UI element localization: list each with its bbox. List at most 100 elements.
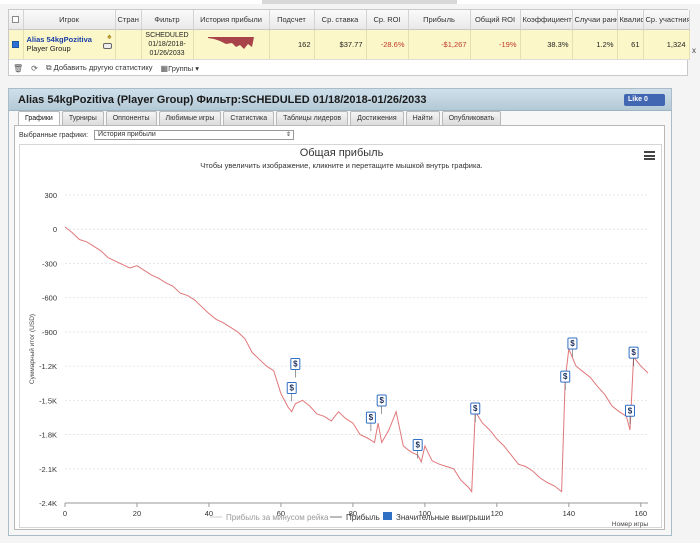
big-win-label: $: [379, 396, 384, 405]
header-country[interactable]: Стран: [115, 10, 142, 30]
tab-statistics[interactable]: Статистика: [223, 111, 275, 125]
header-total-roi[interactable]: Общий ROI: [470, 10, 521, 30]
header-avg-stake[interactable]: Ср. ставка: [314, 10, 367, 30]
big-win-label: $: [563, 372, 568, 381]
big-win-label: $: [628, 406, 633, 415]
user-group-icon: ♠: [107, 31, 112, 41]
tag-icon[interactable]: [102, 42, 112, 49]
qualif-cell: 61: [617, 29, 644, 60]
y-tick-label: -600: [42, 294, 57, 303]
profit-history-sparkline[interactable]: [206, 35, 256, 51]
y-tick-label: -300: [42, 259, 57, 268]
profit-cell: -$1,267: [408, 29, 471, 60]
tab-content-graphs: Выбранные графики: История прибыли ⇕ Общ…: [14, 125, 665, 530]
x-axis-label: Номер игры: [612, 521, 648, 528]
groups-button[interactable]: ▦Группы ▾: [161, 64, 199, 73]
y-tick-label: -2.4K: [39, 499, 57, 508]
filter-line-2: 01/18/2018-: [148, 40, 186, 48]
big-win-label: $: [293, 360, 298, 369]
filter-line-1: SCHEDULED: [145, 31, 189, 39]
x-tick-label: 120: [491, 509, 504, 518]
profit-chart[interactable]: Общая прибыль Чтобы увеличить изображени…: [19, 144, 662, 528]
country-cell: [115, 29, 142, 60]
tab-leaderboards[interactable]: Таблицы лидеров: [276, 111, 349, 125]
player-cell: Alias 54kgPozitiva Player Group ♠: [23, 29, 116, 60]
legend-net-profit: Прибыль за минусом рейка: [226, 513, 329, 522]
avg-roi-cell: -28.6%: [366, 29, 409, 60]
top-scrollbar[interactable]: [262, 0, 457, 4]
avg-entrants-cell: 1,324: [643, 29, 690, 60]
groups-label: Группы: [168, 63, 194, 73]
tab-favorite-games[interactable]: Любимые игры: [158, 111, 222, 125]
facebook-like-button[interactable]: Like 0: [624, 94, 665, 106]
x-tick-label: 160: [635, 509, 648, 518]
y-tick-label: -2.1K: [39, 465, 57, 474]
y-tick-label: -1.5K: [39, 396, 57, 405]
select-all-checkbox[interactable]: [12, 16, 20, 24]
header-profit[interactable]: Прибыль: [408, 10, 471, 30]
total-roi-cell: -19%: [470, 29, 521, 60]
select-arrows-icon: ⇕: [286, 132, 292, 138]
chart-svg: 300 0 -300 -600 -900 -1.2K -1.5K -1.8K -2.1K -2.4…: [28, 191, 649, 528]
x-tick-label: 140: [563, 509, 576, 518]
graph-selector-label: Выбранные графики:: [19, 131, 89, 139]
grid-icon: ▦: [160, 63, 169, 73]
header-avg-roi[interactable]: Ср. ROI: [366, 10, 409, 30]
y-axis-label: Суммарный итог (USD): [28, 314, 36, 384]
refresh-icon[interactable]: ⟳: [31, 64, 38, 73]
header-player[interactable]: Игрок: [23, 10, 116, 30]
header-coefficient[interactable]: Коэффициент: [520, 10, 573, 30]
panel-tabs: Графики Турниры Оппоненты Любимые игры С…: [18, 111, 502, 125]
tab-graphs[interactable]: Графики: [18, 111, 60, 125]
legend-profit: Прибыль: [346, 513, 380, 522]
table-row: Alias 54kgPozitiva Player Group ♠ SCHEDU…: [9, 29, 690, 60]
stats-table-container: Игрок Стран Фильтр История прибыли Подсч…: [8, 9, 696, 76]
y-tick-label: 0: [53, 225, 57, 234]
header-avg-entrants[interactable]: Ср. участния: [643, 10, 690, 30]
y-tick-label: -900: [42, 328, 57, 337]
y-tick-label: 300: [44, 191, 57, 200]
player-name-link[interactable]: Alias 54kgPozitiva: [27, 35, 112, 44]
row-select-cell[interactable]: [9, 29, 24, 60]
header-count[interactable]: Подсчет: [269, 10, 315, 30]
stats-table: Игрок Стран Фильтр История прибыли Подсч…: [9, 10, 690, 60]
header-select-all[interactable]: [9, 10, 24, 30]
top-strip: [0, 0, 700, 4]
profit-history-cell: [193, 29, 270, 60]
profit-series-line: [64, 226, 649, 493]
y-tick-label: -1.2K: [39, 362, 57, 371]
row-checkbox[interactable]: [12, 41, 20, 49]
header-early-cases[interactable]: Случаи ранн: [572, 10, 618, 30]
copy-icon: ⧉: [45, 63, 52, 72]
big-win-label: $: [369, 413, 374, 422]
stats-header-row: Игрок Стран Фильтр История прибыли Подсч…: [9, 10, 690, 30]
chevron-down-icon: ▾: [195, 63, 199, 73]
legend-big-wins: Значительные выигрыши: [396, 513, 490, 522]
panel-title: Alias 54kgPozitiva (Player Group) Фильтр…: [18, 94, 427, 106]
graph-select-value: История прибыли: [98, 131, 156, 138]
early-cases-cell: 1.2%: [572, 29, 618, 60]
tab-opponents[interactable]: Оппоненты: [105, 111, 157, 125]
tab-achievements[interactable]: Достижения: [350, 111, 404, 125]
trash-icon[interactable]: 🗑: [13, 64, 23, 73]
filter-line-3: 01/26/2033: [149, 49, 185, 57]
filter-cell: SCHEDULED 01/18/2018- 01/26/2033: [141, 29, 194, 60]
report-panel: Alias 54kgPozitiva (Player Group) Фильтр…: [8, 88, 672, 536]
avg-stake-cell: $37.77: [314, 29, 367, 60]
big-win-label: $: [631, 348, 636, 357]
tab-find[interactable]: Найти: [405, 111, 440, 125]
panel-header: Alias 54kgPozitiva (Player Group) Фильтр…: [9, 89, 671, 111]
header-qualif[interactable]: Квалиф: [617, 10, 644, 30]
legend-swatch-big-wins: [383, 512, 392, 520]
big-win-label: $: [289, 383, 294, 392]
add-stat-button[interactable]: ⧉ Добавить другую статистику: [46, 63, 153, 73]
tab-tournaments[interactable]: Турниры: [61, 111, 104, 125]
big-win-label: $: [473, 404, 478, 413]
remove-row-button[interactable]: x: [692, 46, 696, 55]
header-filter[interactable]: Фильтр: [141, 10, 194, 30]
add-stat-label: Добавить другую статистику: [53, 63, 153, 72]
graph-selector-row: Выбранные графики: История прибыли ⇕: [19, 130, 295, 140]
header-profit-history[interactable]: История прибыли: [193, 10, 270, 30]
tab-publish[interactable]: Опубликовать: [441, 111, 502, 125]
graph-select[interactable]: История прибыли ⇕: [94, 130, 295, 140]
